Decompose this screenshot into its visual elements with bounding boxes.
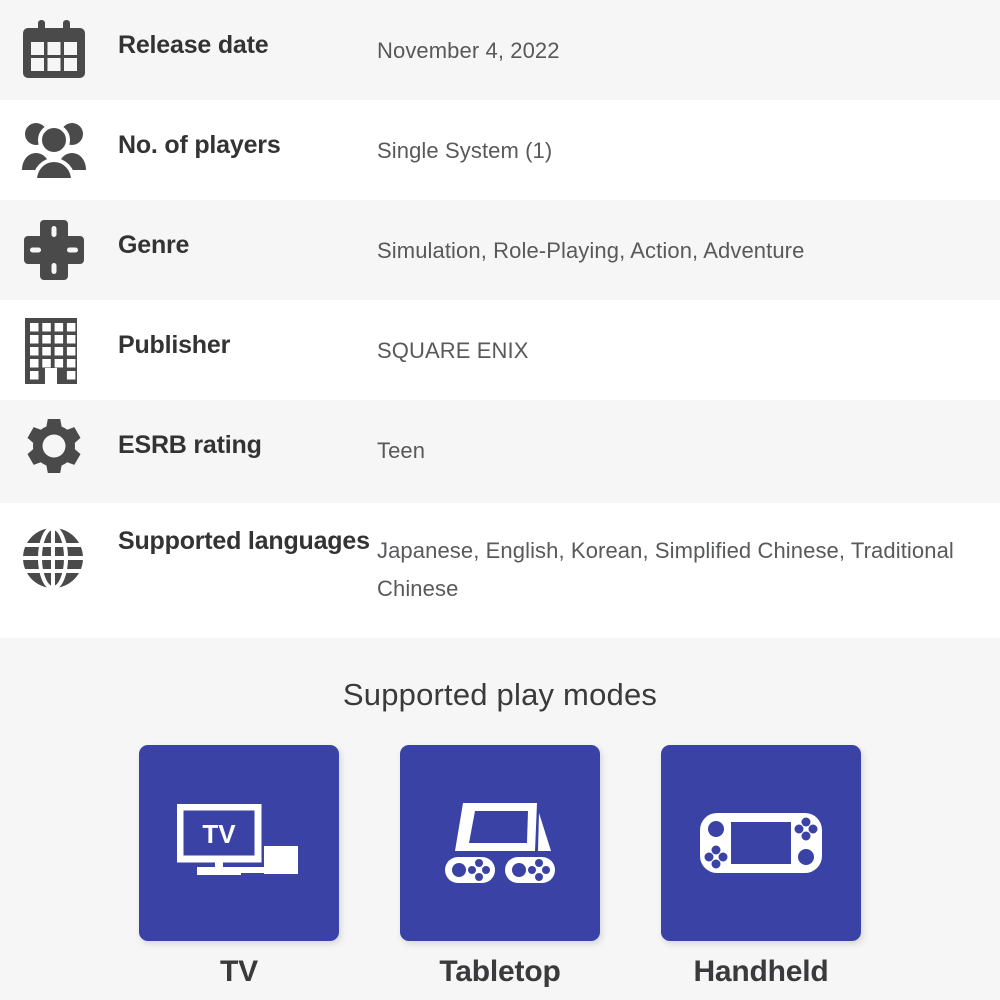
play-mode-tile[interactable]	[661, 745, 861, 941]
building-icon	[0, 300, 118, 384]
table-row-release-date: Release date November 4, 2022	[0, 0, 1000, 100]
gear-icon	[0, 400, 118, 482]
play-modes-title: Supported play modes	[342, 677, 658, 712]
row-value: SQUARE ENIX	[377, 338, 529, 363]
row-label: Supported languages	[118, 527, 370, 555]
play-modes-list: TV TV Tabletop Handheld	[139, 745, 861, 989]
dpad-icon	[0, 200, 118, 282]
row-label: Genre	[118, 231, 190, 259]
tv-screen-text: TV	[202, 819, 236, 849]
row-value: Teen	[377, 438, 426, 463]
calendar-icon	[0, 0, 118, 82]
players-group-icon	[0, 100, 118, 180]
row-label: Release date	[118, 31, 269, 59]
table-row-no-of-players: No. of players Single System (1)	[0, 100, 1000, 200]
spec-table: Release date November 4, 2022 No. of pla…	[0, 0, 1000, 638]
table-row-supported-languages: Supported languages Japanese, English, K…	[0, 503, 1000, 638]
play-mode-tv[interactable]: TV TV	[139, 745, 339, 989]
supported-play-modes-section: Supported play modes TV TV Tabletop Hand…	[0, 638, 1000, 1000]
play-mode-tile[interactable]: TV	[139, 745, 339, 941]
play-mode-label: Tabletop	[439, 955, 561, 988]
row-value: Japanese, English, Korean, Simplified Ch…	[377, 538, 954, 601]
row-label: Publisher	[118, 331, 231, 359]
row-label: ESRB rating	[118, 431, 262, 459]
row-label: No. of players	[118, 131, 281, 159]
play-mode-handheld[interactable]: Handheld	[661, 745, 861, 989]
row-value: Single System (1)	[377, 138, 553, 163]
play-mode-tabletop[interactable]: Tabletop	[400, 745, 600, 989]
play-mode-tile[interactable]	[400, 745, 600, 941]
globe-icon	[0, 503, 118, 589]
play-mode-label: Handheld	[693, 955, 829, 988]
row-value: Simulation, Role-Playing, Action, Advent…	[377, 238, 805, 263]
row-value: November 4, 2022	[377, 38, 560, 63]
game-details-panel: Release date November 4, 2022 No. of pla…	[0, 0, 1000, 1000]
table-row-genre: Genre Simulation, Role-Playing, Action, …	[0, 200, 1000, 300]
table-row-publisher: Publisher SQUARE ENIX	[0, 300, 1000, 400]
table-row-esrb-rating: ESRB rating Teen	[0, 400, 1000, 503]
play-mode-label: TV	[220, 955, 258, 988]
